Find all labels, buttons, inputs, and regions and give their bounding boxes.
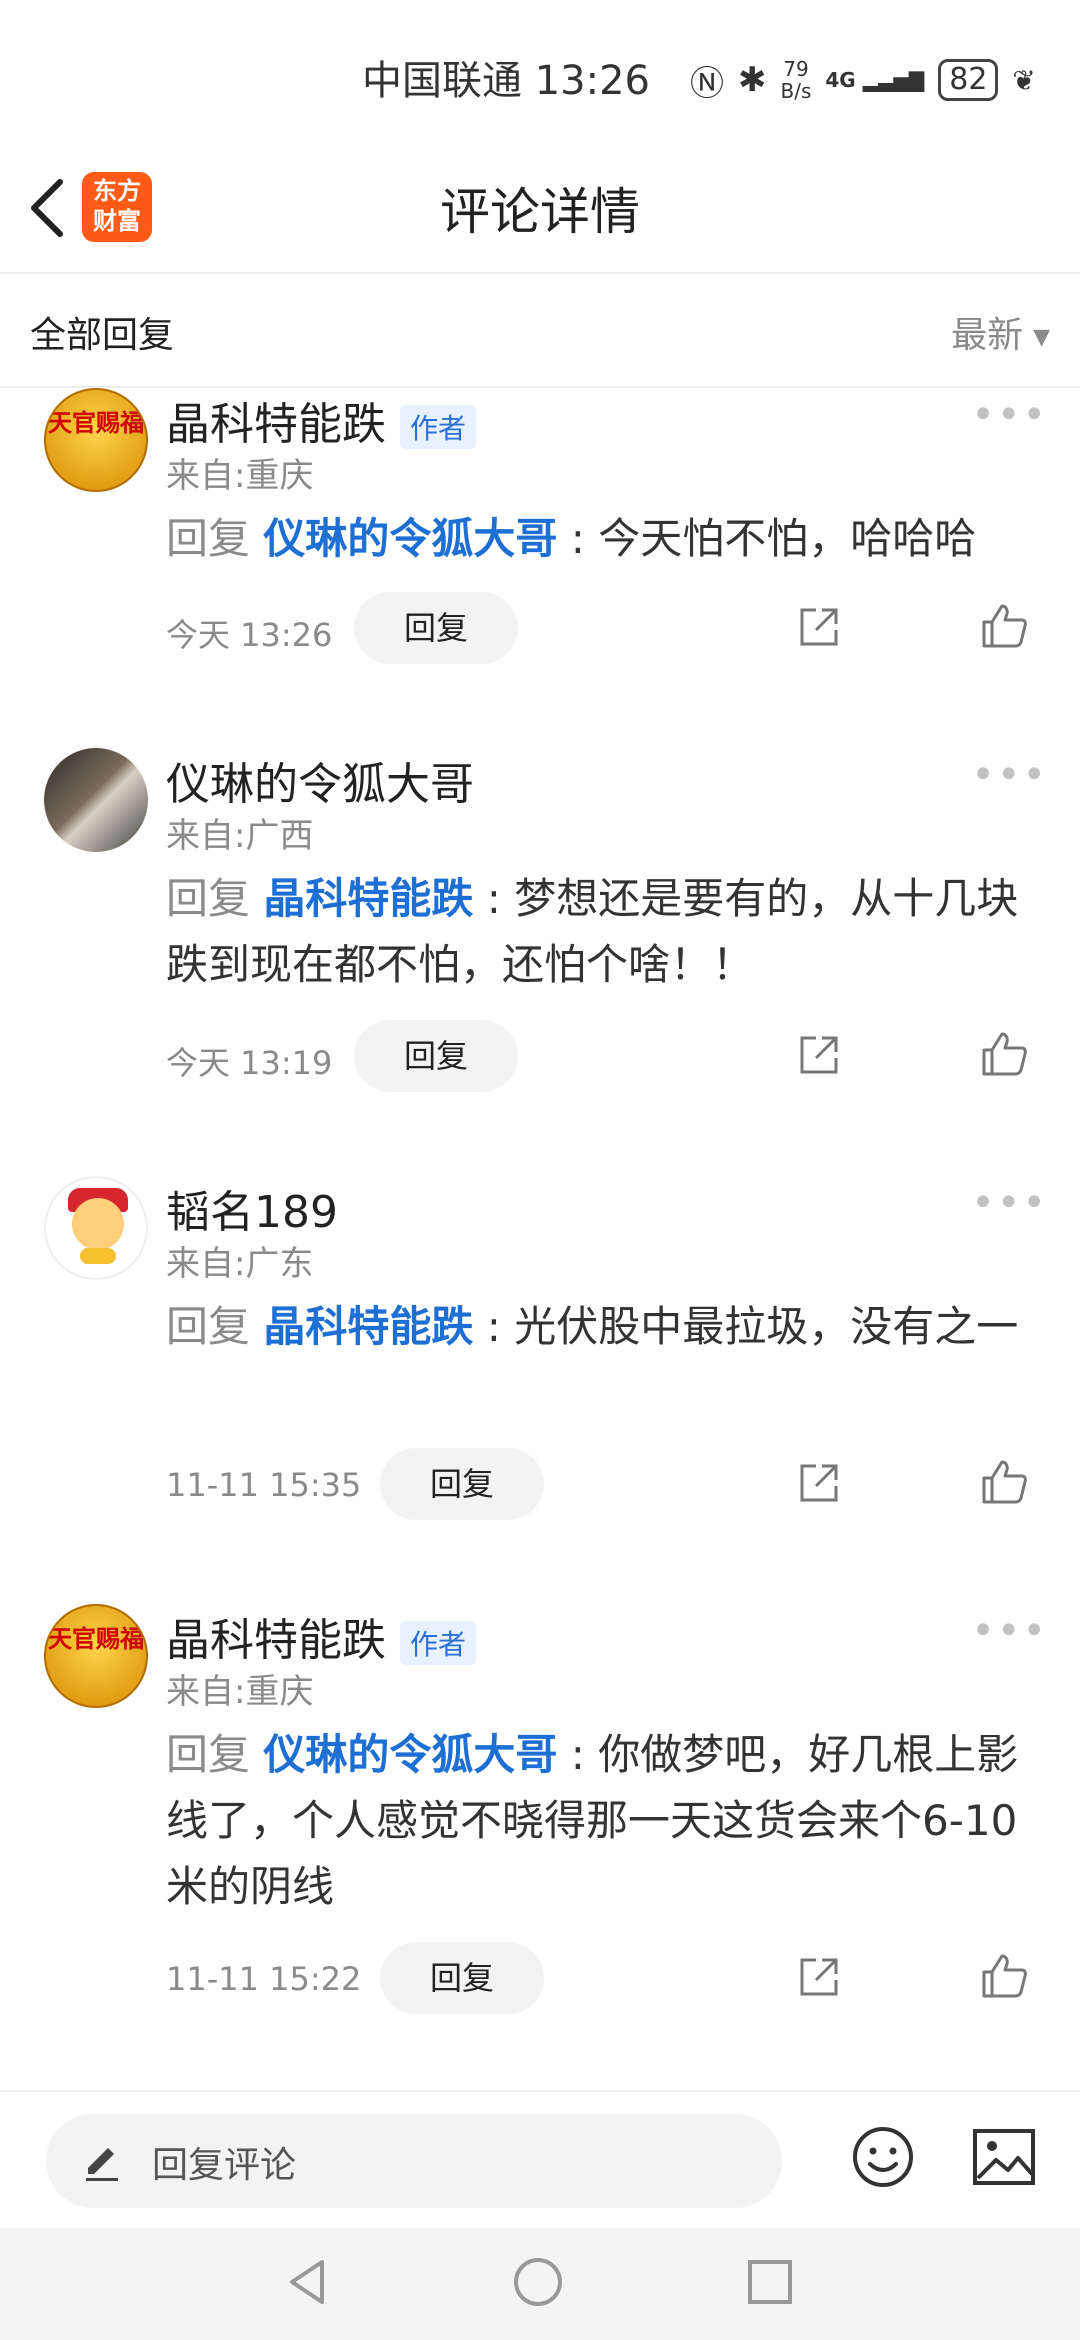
- reply-button[interactable]: 回复: [354, 592, 518, 664]
- nav-back-icon[interactable]: [282, 2256, 334, 2308]
- more-options-icon[interactable]: •••: [971, 1180, 1048, 1226]
- signal-icon: 4G ▂▃▅▇: [825, 68, 925, 92]
- share-icon[interactable]: [796, 1460, 842, 1506]
- thumbs-up-icon[interactable]: [980, 1458, 1028, 1506]
- share-icon[interactable]: [796, 1954, 842, 2000]
- reply-input-bar: 回复评论: [0, 2090, 1080, 2230]
- status-icons: Ⓝ ✱ 79 B/s 4G ▂▃▅▇ 82 ❦: [690, 50, 1036, 110]
- avatar[interactable]: 天官赐福: [44, 388, 148, 492]
- reply-button[interactable]: 回复: [380, 1942, 544, 2014]
- author-badge: 作者: [400, 405, 477, 449]
- comment-text: 回复 仪琳的令狐大哥 : 今天怕不怕，哈哈哈: [166, 514, 977, 563]
- avatar[interactable]: [44, 1176, 148, 1280]
- avatar[interactable]: 天官赐福: [44, 1604, 148, 1708]
- nav-home-icon[interactable]: [512, 2256, 564, 2308]
- comment-text: 回复 晶科特能跌 : 光伏股中最拉圾，没有之一: [166, 1302, 1019, 1351]
- nav-recents-icon[interactable]: [746, 2258, 794, 2306]
- author-name[interactable]: 晶科特能跌 作者: [166, 388, 477, 452]
- location: 来自:重庆: [166, 1672, 314, 1712]
- author-name[interactable]: 晶科特能跌 作者: [166, 1604, 477, 1668]
- author-name[interactable]: 仪琳的令狐大哥: [166, 748, 474, 812]
- timestamp: 11-11 15:35: [166, 1466, 362, 1504]
- all-replies-label: 全部回复: [30, 315, 175, 356]
- comment-item: 韬名189 ••• 来自:广东 回复 晶科特能跌 : 光伏股中最拉圾，没有之一 …: [0, 1176, 1080, 1520]
- image-icon[interactable]: [972, 2128, 1036, 2186]
- timestamp: 11-11 15:22: [166, 1960, 362, 1998]
- mention-link[interactable]: 晶科特能跌: [263, 874, 473, 923]
- mention-link[interactable]: 仪琳的令狐大哥: [263, 1730, 557, 1779]
- reply-button[interactable]: 回复: [380, 1448, 544, 1520]
- battery-icon: 82: [938, 59, 999, 101]
- timestamp: 今天 13:19: [166, 1044, 333, 1082]
- header: 东方 财富 评论详情: [0, 150, 1080, 274]
- author-badge: 作者: [400, 1621, 477, 1665]
- reply-button[interactable]: 回复: [354, 1020, 518, 1092]
- location: 来自:广东: [166, 1244, 314, 1284]
- comment-text: 回复 仪琳的令狐大哥 : 你做梦吧，好几根上影线了，个人感觉不晓得那一天这货会来…: [166, 1730, 1019, 1911]
- timestamp: 今天 13:26: [166, 616, 333, 654]
- comment-item: 仪琳的令狐大哥 ••• 来自:广西 回复 晶科特能跌 : 梦想还是要有的，从十几…: [0, 748, 1080, 1092]
- nfc-icon: Ⓝ: [690, 63, 724, 104]
- thumbs-up-icon[interactable]: [980, 1030, 1028, 1078]
- emoji-icon[interactable]: [852, 2126, 914, 2188]
- mention-link[interactable]: 晶科特能跌: [263, 1302, 473, 1351]
- reply-comment-input[interactable]: 回复评论: [46, 2114, 782, 2208]
- comment-item: 天官赐福 晶科特能跌 作者 ••• 来自:重庆 回复 仪琳的令狐大哥 : 今天怕不…: [0, 388, 1080, 688]
- location: 来自:广西: [166, 816, 314, 856]
- leaf-icon: ❦: [1012, 63, 1036, 97]
- comment-text: 回复 晶科特能跌 : 梦想还是要有的，从十几块跌到现在都不怕，还怕个啥！！: [166, 874, 1019, 989]
- thumbs-up-icon[interactable]: [980, 602, 1028, 650]
- carrier-time: 中国联通 13:26: [362, 58, 650, 104]
- location: 来自:重庆: [166, 456, 314, 496]
- thumbs-up-icon[interactable]: [980, 1952, 1028, 2000]
- reply-placeholder: 回复评论: [152, 2145, 297, 2186]
- network-speed: 79 B/s: [780, 57, 812, 103]
- comment-item: 天官赐福 晶科特能跌 作者 ••• 来自:重庆 回复 仪琳的令狐大哥 : 你做梦吧…: [0, 1604, 1080, 2024]
- share-icon[interactable]: [796, 604, 842, 650]
- author-name[interactable]: 韬名189: [166, 1176, 338, 1240]
- more-options-icon[interactable]: •••: [971, 392, 1048, 438]
- more-options-icon[interactable]: •••: [971, 752, 1048, 798]
- page-title: 评论详情: [440, 183, 640, 241]
- sort-dropdown[interactable]: 最新 ▼: [951, 306, 1050, 358]
- bluetooth-icon: ✱: [738, 60, 767, 100]
- mention-link[interactable]: 仪琳的令狐大哥: [263, 514, 557, 563]
- triangle-down-icon: ▼: [1033, 324, 1050, 350]
- system-nav-bar: [0, 2228, 1080, 2340]
- status-bar: 中国联通 13:26 Ⓝ ✱ 79 B/s 4G ▂▃▅▇ 82 ❦: [0, 0, 1080, 150]
- share-icon[interactable]: [796, 1032, 842, 1078]
- more-options-icon[interactable]: •••: [971, 1608, 1048, 1654]
- pencil-icon: [86, 2148, 118, 2181]
- filter-bar: 全部回复 最新 ▼: [0, 272, 1080, 388]
- avatar[interactable]: [44, 748, 148, 852]
